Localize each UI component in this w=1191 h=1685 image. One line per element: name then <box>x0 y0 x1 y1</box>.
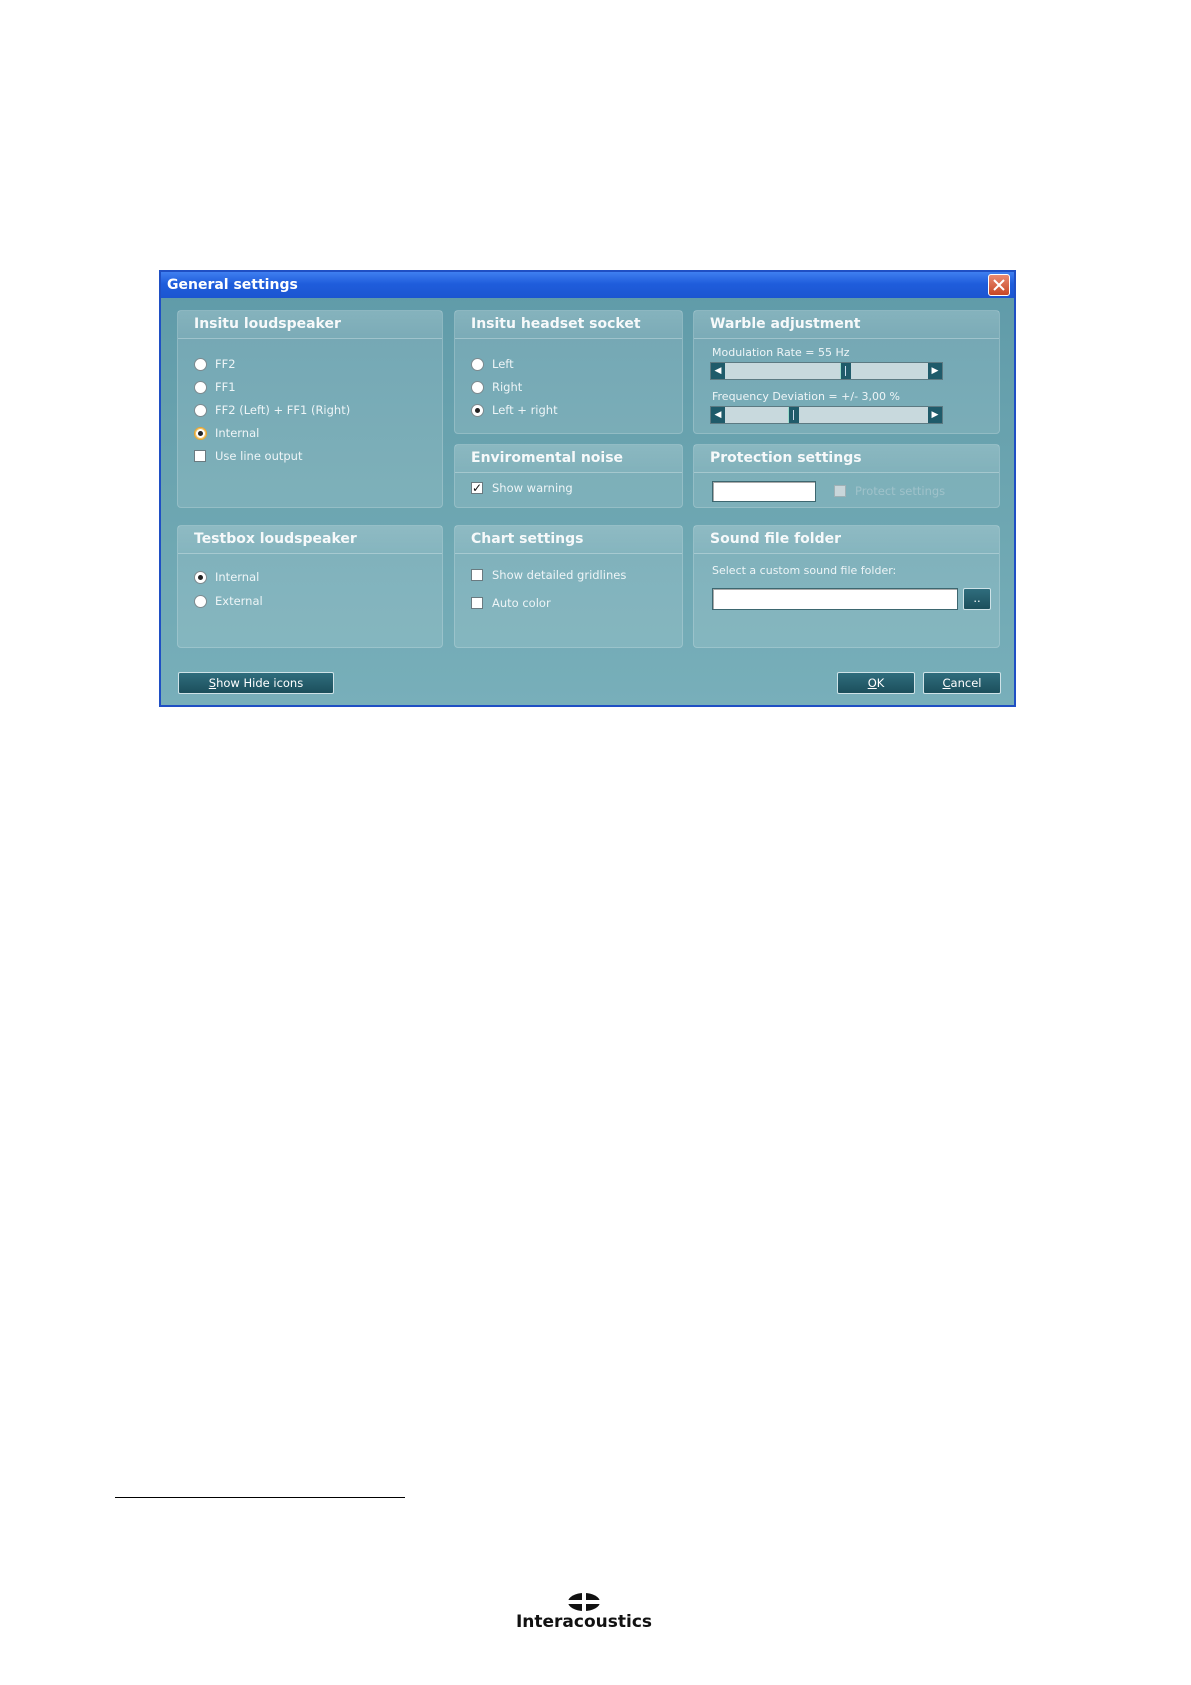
radio-button[interactable] <box>194 403 207 417</box>
radio-testbox-internal[interactable]: Internal <box>194 568 259 586</box>
arrow-right-icon[interactable]: ▶ <box>928 407 942 423</box>
radio-button-selected[interactable] <box>194 570 207 584</box>
arrow-right-icon[interactable]: ▶ <box>928 363 942 379</box>
radio-ff2-ff1[interactable]: FF2 (Left) + FF1 (Right) <box>194 401 350 419</box>
sound-file-folder-panel: Sound file folder Select a custom sound … <box>693 525 1000 648</box>
interacoustics-logo: Interacoustics <box>511 1592 657 1632</box>
close-button[interactable] <box>988 274 1010 296</box>
browse-folder-button[interactable]: .. <box>963 588 991 610</box>
insitu-loudspeaker-panel: Insitu loudspeaker FF2 FF1 FF2 (Left) + … <box>177 310 443 508</box>
arrow-left-icon[interactable]: ◀ <box>711 363 725 379</box>
protection-settings-panel: Protection settings Protect settings <box>693 444 1000 508</box>
checkbox[interactable] <box>471 569 483 581</box>
protection-settings-title: Protection settings <box>694 445 999 473</box>
radio-right[interactable]: Right <box>471 378 522 396</box>
insitu-headset-panel: Insitu headset socket Left Right Left + … <box>454 310 683 434</box>
sound-file-folder-title: Sound file folder <box>694 526 999 554</box>
radio-button-selected[interactable] <box>194 426 207 440</box>
chart-settings-panel: Chart settings Show detailed gridlines A… <box>454 525 683 648</box>
checkbox[interactable] <box>194 450 206 462</box>
radio-internal[interactable]: Internal <box>194 424 259 442</box>
radio-button[interactable] <box>471 357 484 371</box>
select-folder-label: Select a custom sound file folder: <box>712 564 897 577</box>
slider-thumb[interactable] <box>840 363 851 379</box>
testbox-loudspeaker-panel: Testbox loudspeaker Internal External <box>177 525 443 648</box>
radio-button-selected[interactable] <box>471 403 484 417</box>
environmental-noise-panel: Enviromental noise Show warning <box>454 444 683 508</box>
radio-button[interactable] <box>194 357 207 371</box>
frequency-deviation-slider[interactable]: ◀ ▶ <box>710 406 943 424</box>
radio-left-right[interactable]: Left + right <box>471 401 558 419</box>
checkbox-checked[interactable] <box>471 479 483 497</box>
show-gridlines-checkbox[interactable]: Show detailed gridlines <box>471 566 626 584</box>
radio-button[interactable] <box>194 380 207 394</box>
dialog-title: General settings <box>167 277 298 293</box>
radio-testbox-external[interactable]: External <box>194 592 263 610</box>
radio-ff1[interactable]: FF1 <box>194 378 236 396</box>
close-icon <box>993 279 1005 291</box>
radio-button[interactable] <box>194 594 207 608</box>
warble-adjustment-panel: Warble adjustment Modulation Rate = 55 H… <box>693 310 1000 434</box>
slider-thumb[interactable] <box>788 407 799 423</box>
modulation-rate-label: Modulation Rate = 55 Hz <box>712 346 850 359</box>
protect-settings-checkbox[interactable]: Protect settings <box>834 482 945 500</box>
ok-button[interactable]: OK <box>837 672 915 694</box>
footnote-divider <box>115 1497 405 1498</box>
logo-text: Interacoustics <box>515 1612 653 1632</box>
cancel-button[interactable]: Cancel <box>923 672 1001 694</box>
show-hide-icons-button[interactable]: Show Hide icons <box>178 672 334 694</box>
modulation-rate-slider[interactable]: ◀ ▶ <box>710 362 943 380</box>
checkbox[interactable] <box>471 597 483 609</box>
interacoustics-logo-icon <box>567 1592 601 1612</box>
radio-ff2[interactable]: FF2 <box>194 355 236 373</box>
radio-button[interactable] <box>471 380 484 394</box>
protection-password-input[interactable] <box>712 481 816 502</box>
testbox-loudspeaker-title: Testbox loudspeaker <box>178 526 442 554</box>
insitu-headset-title: Insitu headset socket <box>455 311 682 339</box>
use-line-output-checkbox[interactable]: Use line output <box>194 447 302 465</box>
chart-settings-title: Chart settings <box>455 526 682 554</box>
arrow-left-icon[interactable]: ◀ <box>711 407 725 423</box>
show-warning-checkbox[interactable]: Show warning <box>471 479 573 497</box>
checkbox-disabled[interactable] <box>834 485 846 497</box>
general-settings-dialog: General settings Insitu loudspeaker FF2 … <box>159 270 1016 707</box>
warble-adjustment-title: Warble adjustment <box>694 311 999 339</box>
radio-left[interactable]: Left <box>471 355 514 373</box>
environmental-noise-title: Enviromental noise <box>455 445 682 473</box>
dialog-titlebar[interactable]: General settings <box>161 272 1014 298</box>
frequency-deviation-label: Frequency Deviation = +/- 3,00 % <box>712 390 900 403</box>
sound-folder-path-input[interactable] <box>712 588 958 610</box>
insitu-loudspeaker-title: Insitu loudspeaker <box>178 311 442 339</box>
auto-color-checkbox[interactable]: Auto color <box>471 594 551 612</box>
